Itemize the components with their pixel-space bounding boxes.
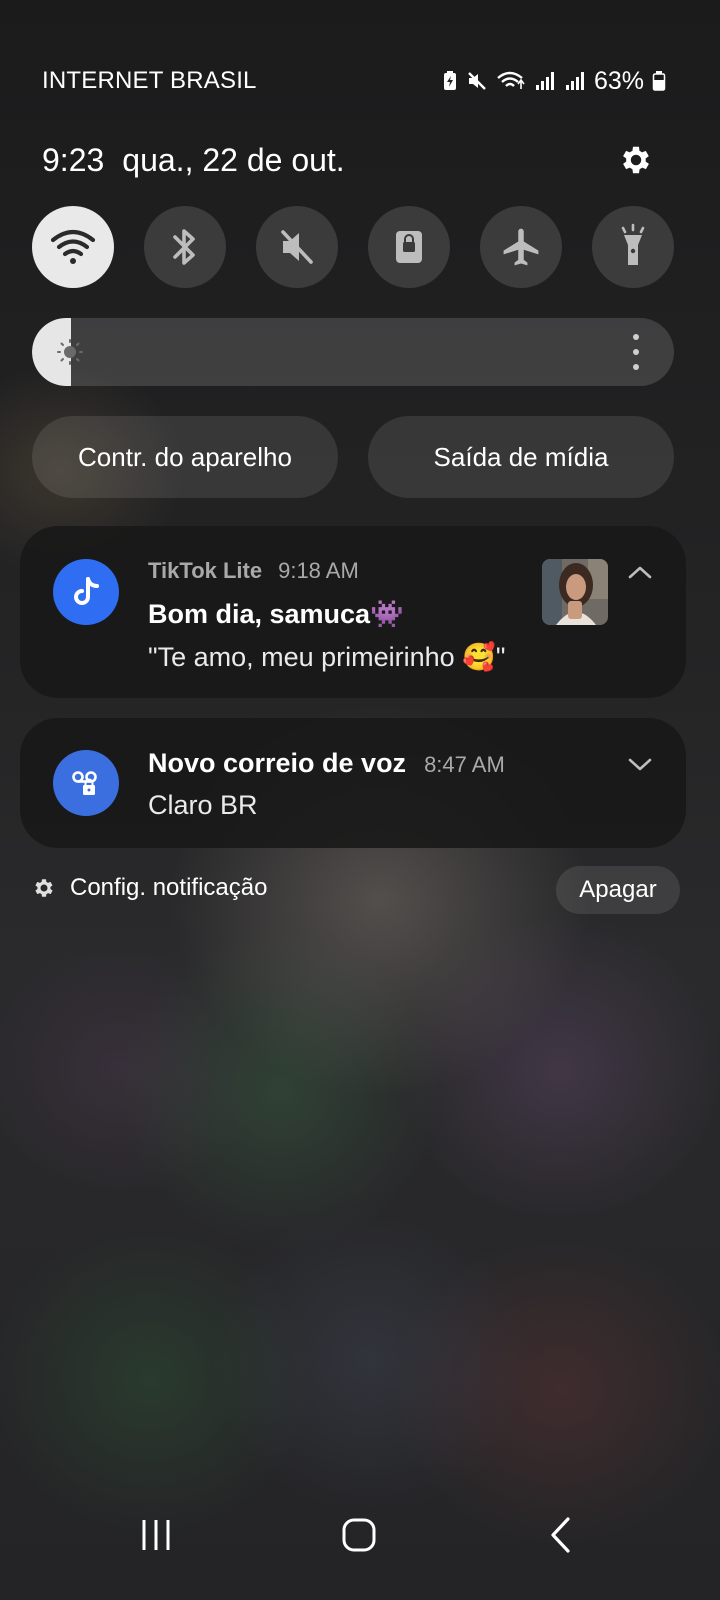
quick-toggles [32,206,674,288]
date-label: qua., 22 de out. [122,141,345,178]
battery-saver-icon [442,70,458,92]
navigation-bar [0,1500,720,1570]
media-output-button[interactable]: Saída de mídia [368,416,674,498]
header-row: 9:23 qua., 22 de out. [42,138,656,182]
battery-percent: 63% [593,66,644,95]
gear-icon [623,146,649,174]
signal-icon [534,70,556,92]
toggle-rotation-lock[interactable] [368,206,450,288]
chevron-up-icon[interactable] [626,562,654,582]
notification-time: 8:47 AM [424,752,505,777]
notification-settings-link[interactable]: Config. notificação [32,874,267,902]
status-icons: 63% [442,67,666,96]
notification-body: "Te amo, meu primeirinho 🥰" [148,642,506,672]
wifi-icon [496,70,526,92]
home-icon [342,1518,376,1552]
notification-time: 9:18 AM [278,558,359,583]
recent-apps-button[interactable] [116,1500,196,1570]
recent-apps-icon [142,1520,170,1550]
brightness-slider[interactable] [32,318,674,386]
device-control-button[interactable]: Contr. do aparelho [32,416,338,498]
toggle-mute[interactable] [256,206,338,288]
airplane-icon [503,228,539,266]
battery-icon [652,70,666,92]
clock-date[interactable]: 9:23 qua., 22 de out. [42,142,345,179]
sun-icon [57,339,83,365]
more-vertical-icon[interactable] [628,334,644,370]
chevron-down-icon[interactable] [626,754,654,774]
clock-time: 9:23 [42,141,105,178]
signal-icon [564,70,586,92]
notification-title: Bom dia, samuca👾 [148,599,404,629]
flashlight-icon [621,223,645,265]
wifi-icon [50,229,96,264]
tiktok-icon [53,559,119,625]
home-button[interactable] [319,1500,399,1570]
toggle-bluetooth[interactable] [144,206,226,288]
notification-shade: INTERNET BRASIL 63% 9:23 qua., 22 de out… [0,0,720,1600]
toggle-flashlight[interactable] [592,206,674,288]
toggle-wifi[interactable] [32,206,114,288]
toggle-airplane[interactable] [480,206,562,288]
clear-all-button[interactable]: Apagar [556,866,680,914]
lock-icon [396,231,422,263]
back-button[interactable] [521,1500,601,1570]
notification-body: Claro BR [148,790,258,820]
notification-app-name: TikTok Lite [148,558,263,583]
notification-header: TikTok Lite 9:18 AM [148,558,359,584]
notification-card-voicemail[interactable]: Novo correio de voz 8:47 AM Claro BR [20,718,686,848]
mute-icon [281,230,313,264]
notification-title: Novo correio de voz [148,748,407,778]
bluetooth-icon [173,229,195,265]
notification-thumbnail [542,559,608,625]
notification-header: Novo correio de voz 8:47 AM [148,748,505,779]
shortcut-pills: Contr. do aparelho Saída de mídia [32,416,674,498]
settings-button[interactable] [616,140,656,180]
gear-icon [35,879,53,897]
carrier-name: INTERNET BRASIL [42,67,257,94]
back-icon [551,1517,570,1553]
mute-icon [466,70,488,92]
notification-settings-label: Config. notificação [70,874,268,901]
status-bar: INTERNET BRASIL 63% [42,64,666,98]
voicemail-icon [53,750,119,816]
notification-card-tiktok[interactable]: TikTok Lite 9:18 AM Bom dia, samuca👾 "Te… [20,526,686,698]
